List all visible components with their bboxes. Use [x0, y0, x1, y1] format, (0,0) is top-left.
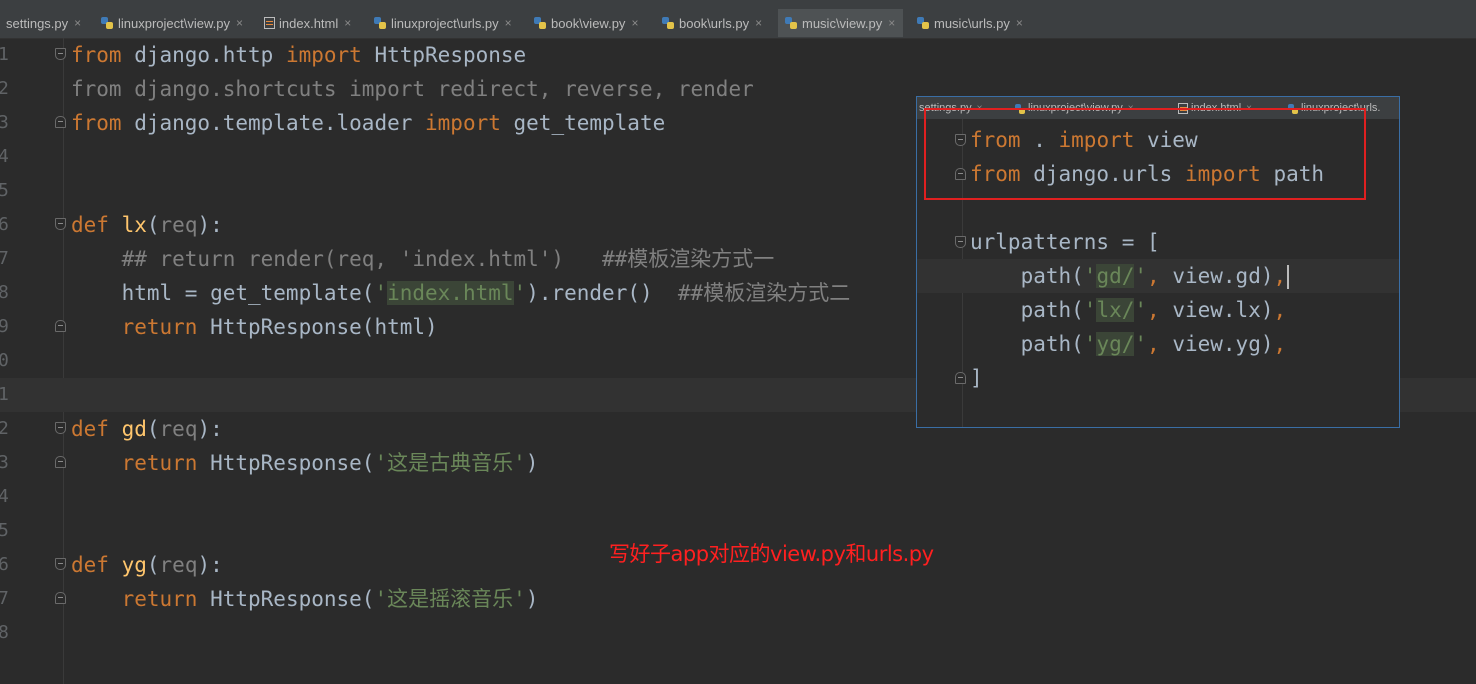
code-text: path('yg/', view.yg), — [970, 332, 1287, 356]
tab-index-html[interactable]: index.html × — [264, 9, 351, 37]
line-number: 0 — [0, 350, 9, 371]
line-number: 9 — [0, 316, 9, 337]
close-icon[interactable]: × — [755, 16, 762, 30]
code-text: html = get_template('index.html').render… — [71, 281, 851, 305]
close-icon[interactable]: × — [74, 16, 81, 30]
fold-icon — [955, 236, 966, 248]
line-number: 1 — [0, 384, 9, 405]
code-text: from django.template.loader import get_t… — [71, 111, 666, 135]
code-comment: ## return render(req, 'index.html') ##模板… — [71, 247, 775, 271]
fold-icon[interactable] — [55, 320, 66, 332]
close-icon[interactable]: × — [1016, 16, 1023, 30]
tab-linuxproject-urls-py[interactable]: linuxproject\urls.py × — [373, 9, 512, 37]
code-line-13[interactable]: 3 return HttpResponse('这是古典音乐') — [0, 446, 1476, 480]
line-number: 7 — [0, 588, 9, 609]
line-number: 8 — [0, 622, 9, 643]
tab-settings-py[interactable]: settings.py × — [0, 9, 96, 37]
tab-book-urls-py[interactable]: book\urls.py × — [661, 9, 762, 37]
python-file-icon — [916, 16, 930, 30]
code-text: urlpatterns = [ — [970, 230, 1160, 254]
overlay-code-line-5-current: path('gd/', view.gd), — [917, 259, 1399, 293]
editor-tab-bar: settings.py × linuxproject\view.py × index… — [0, 0, 1476, 39]
fold-icon[interactable] — [55, 558, 66, 570]
line-number: 4 — [0, 486, 9, 507]
code-text: return HttpResponse(html) — [71, 315, 438, 339]
close-icon[interactable]: × — [236, 16, 243, 30]
code-text: def yg(req): — [71, 553, 223, 577]
line-number: 3 — [0, 112, 9, 133]
overlay-code-line-4: urlpatterns = [ — [917, 225, 1399, 259]
fold-icon[interactable] — [55, 116, 66, 128]
python-file-icon — [100, 16, 114, 30]
code-text: def lx(req): — [71, 213, 223, 237]
line-number: 8 — [0, 282, 9, 303]
highlight-box — [924, 108, 1366, 200]
tab-book-view-py[interactable]: book\view.py × — [533, 9, 638, 37]
code-text: def gd(req): — [71, 417, 223, 441]
fold-icon[interactable] — [55, 218, 66, 230]
python-file-icon — [661, 16, 675, 30]
code-text: from django.shortcuts import redirect, r… — [71, 77, 754, 101]
code-text: ] — [970, 366, 983, 390]
python-file-icon — [784, 16, 798, 30]
line-number: 6 — [0, 554, 9, 575]
fold-icon — [955, 372, 966, 384]
code-line-14[interactable]: 4 — [0, 480, 1476, 514]
overlay-code-line-6: path('lx/', view.lx), — [917, 293, 1399, 327]
code-text: from django.http import HttpResponse — [71, 43, 527, 67]
code-line-1[interactable]: 1 from django.http import HttpResponse — [0, 38, 1476, 72]
line-number: 3 — [0, 452, 9, 473]
line-number: 5 — [0, 180, 9, 201]
line-number: 4 — [0, 146, 9, 167]
text-cursor — [1287, 265, 1290, 289]
close-icon[interactable]: × — [344, 16, 351, 30]
html-file-icon — [264, 17, 275, 29]
fold-icon[interactable] — [55, 456, 66, 468]
code-text: path('lx/', view.lx), — [970, 298, 1287, 322]
overlay-code-line-7: path('yg/', view.yg), — [917, 327, 1399, 361]
python-file-icon — [533, 16, 547, 30]
tab-linuxproject-view-py[interactable]: linuxproject\view.py × — [100, 9, 243, 37]
fold-icon[interactable] — [55, 592, 66, 604]
code-text: return HttpResponse('这是古典音乐') — [71, 451, 539, 475]
fold-icon[interactable] — [55, 48, 66, 60]
code-text: return HttpResponse('这是摇滚音乐') — [71, 587, 539, 611]
line-number: 2 — [0, 418, 9, 439]
python-file-icon — [373, 16, 387, 30]
line-number: 6 — [0, 214, 9, 235]
close-icon[interactable]: × — [888, 16, 895, 30]
code-text: path('gd/', view.gd), — [970, 259, 1290, 293]
annotation-text: 写好子app对应的view.py和urls.py — [609, 542, 934, 566]
line-number: 1 — [0, 44, 9, 65]
urls-py-screenshot-overlay: settings.py × linuxproject\view.py × index… — [916, 96, 1400, 428]
code-line-17[interactable]: 7 return HttpResponse('这是摇滚音乐') — [0, 582, 1476, 616]
tab-music-view-py[interactable]: music\view.py × — [778, 9, 904, 37]
fold-icon[interactable] — [55, 422, 66, 434]
close-icon[interactable]: × — [631, 16, 638, 30]
tab-music-urls-py[interactable]: music\urls.py × — [916, 9, 1023, 37]
line-number: 2 — [0, 78, 9, 99]
overlay-code-line-8: ] — [917, 361, 1399, 395]
close-icon[interactable]: × — [505, 16, 512, 30]
code-line-18[interactable]: 8 — [0, 616, 1476, 650]
line-number: 5 — [0, 520, 9, 541]
line-number: 7 — [0, 248, 9, 269]
